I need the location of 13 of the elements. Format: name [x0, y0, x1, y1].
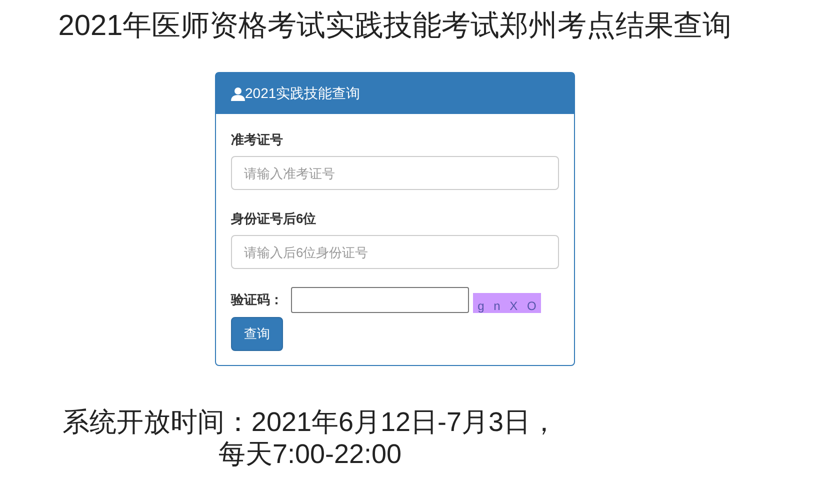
- query-button[interactable]: 查询: [231, 317, 283, 351]
- input-field[interactable]: 请输入后6位身份证号: [231, 235, 559, 269]
- captcha-label: 验证码：: [231, 291, 284, 309]
- captcha-image: g n X O: [473, 293, 541, 313]
- notice-text: 系统开放时间：2021年6月12日-7月3日，: [61, 406, 559, 438]
- captcha-field[interactable]: [291, 287, 469, 313]
- user-icon: [231, 86, 245, 100]
- panel-title: 2021实践技能查询: [245, 84, 360, 102]
- notice-text: 每天7:00-22:00: [217, 438, 403, 470]
- field-label: 身份证号后6位: [231, 210, 318, 228]
- page-title: 2021年医师资格考试实践技能考试郑州考点结果查询: [57, 9, 733, 44]
- field-label: 准考证号: [231, 131, 284, 149]
- input-field[interactable]: 请输入准考证号: [231, 156, 559, 190]
